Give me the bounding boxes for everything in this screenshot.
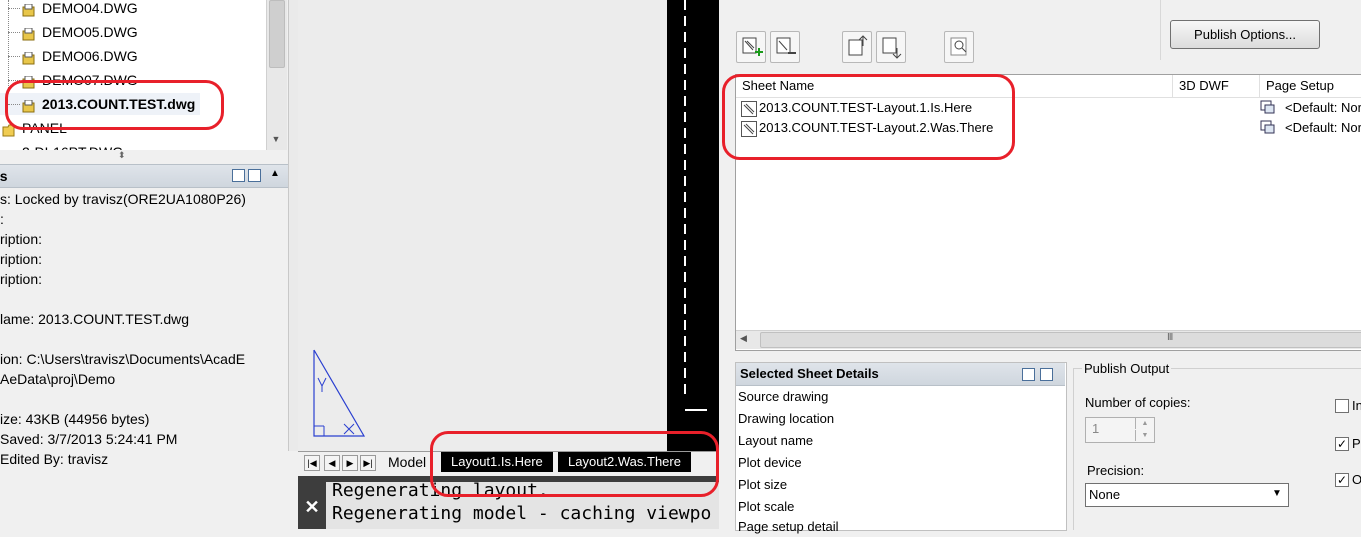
checkbox-p[interactable]: ✓: [1335, 437, 1349, 451]
scroll-grip-icon: III: [1167, 332, 1173, 343]
preview-view-icon[interactable]: [1040, 368, 1053, 381]
splitter-grip-icon[interactable]: ⬍: [118, 150, 126, 160]
detail-line: Saved: 3/7/2013 5:24:41 PM: [0, 431, 178, 447]
tree-item-label: DEMO04.DWG: [42, 0, 138, 16]
first-tab-icon[interactable]: |◀: [304, 455, 320, 471]
move-sheet-down-button[interactable]: [876, 31, 906, 63]
list-view-icon[interactable]: [1022, 368, 1035, 381]
command-line-text: Regenerating model - caching viewpo: [332, 503, 712, 524]
detail-line: lame: 2013.COUNT.TEST.dwg: [0, 311, 190, 327]
detail-line: Edited By: travisz: [0, 451, 109, 467]
checkbox-in-label: In: [1352, 398, 1361, 413]
precision-select[interactable]: None ▼: [1085, 483, 1289, 507]
copies-value: 1: [1092, 421, 1100, 436]
tree-item-demo04[interactable]: DEMO04.DWG: [0, 0, 266, 19]
stepper-up-icon[interactable]: ▲: [1135, 418, 1154, 429]
details-body: s: Locked by travisz(ORE2UA1080P26) : ri…: [0, 187, 288, 529]
list-view-icon[interactable]: [232, 169, 245, 182]
stepper-down-icon[interactable]: ▼: [1135, 430, 1154, 441]
tree-item-demo06[interactable]: DEMO06.DWG: [0, 45, 266, 67]
dwg-file-icon: [22, 1, 35, 17]
precision-label: Precision:: [1087, 463, 1145, 478]
checkbox-o-label: O: [1352, 472, 1361, 487]
column-page-setup[interactable]: Page Setup: [1260, 75, 1361, 97]
panel-splitter[interactable]: [0, 150, 288, 162]
ssd-plot-size: Plot size: [738, 477, 788, 492]
tree-scrollbar-thumb[interactable]: [269, 0, 285, 68]
selected-sheet-details-header: Selected Sheet Details: [736, 363, 1065, 386]
ssd-source-drawing: Source drawing: [738, 389, 829, 404]
ssd-drawing-location: Drawing location: [738, 411, 835, 426]
page-setup-value: <Default: Nor: [1285, 120, 1361, 135]
tab-model[interactable]: Model: [388, 452, 426, 472]
dwg-file-icon: [22, 49, 35, 65]
tree-item-label: DEMO05.DWG: [42, 24, 138, 40]
ssd-plot-device: Plot device: [738, 455, 802, 470]
ssd-plot-scale: Plot scale: [738, 499, 795, 514]
chevron-down-icon: ▼: [1272, 488, 1282, 499]
publish-options-button[interactable]: Publish Options...: [1170, 20, 1320, 49]
ucs-icon: [313, 349, 366, 437]
detail-line: s: Locked by travisz(ORE2UA1080P26): [0, 191, 246, 207]
column-3d-dwf[interactable]: 3D DWF: [1173, 75, 1260, 97]
add-sheets-button[interactable]: [736, 31, 766, 63]
detail-line: AeData\proj\Demo: [0, 371, 116, 387]
details-header: ils ▲: [0, 164, 288, 188]
precision-value: None: [1089, 487, 1121, 502]
detail-line: ize: 43KB (44956 bytes): [0, 411, 150, 427]
detail-line: ription:: [0, 251, 43, 267]
close-icon[interactable]: ✕: [301, 496, 323, 518]
details-title: ils: [0, 168, 8, 184]
highlight-oval: [722, 74, 1015, 160]
preview-view-icon[interactable]: [248, 169, 261, 182]
selected-sheet-details-title: Selected Sheet Details: [740, 366, 879, 381]
detail-line: ription:: [0, 271, 43, 287]
scroll-left-arrow-icon[interactable]: ◀: [740, 333, 747, 344]
move-sheet-up-button[interactable]: [842, 31, 872, 63]
scroll-down-arrow-icon[interactable]: ▼: [269, 132, 283, 146]
checkbox-o[interactable]: ✓: [1335, 473, 1349, 487]
divider: [1160, 0, 1161, 60]
tree-item-di-16pt[interactable]: 2-DI-16PT.DWG: [0, 141, 266, 150]
hscrollbar-thumb[interactable]: III: [760, 332, 1361, 348]
page-setup-value: <Default: Nor: [1285, 100, 1361, 115]
preview-button[interactable]: [944, 31, 974, 63]
detail-line: ion: C:\Users\travisz\Documents\AcadE: [0, 351, 246, 367]
dwg-file-icon: [22, 25, 35, 41]
copies-stepper[interactable]: 1 ▲ ▼: [1085, 417, 1155, 443]
prev-tab-icon[interactable]: ◀: [324, 455, 340, 471]
tree-item-label: DEMO06.DWG: [42, 48, 138, 64]
remove-sheets-button[interactable]: [770, 31, 800, 63]
page-setup-icon[interactable]: [1260, 100, 1275, 114]
detail-line: ription:: [0, 231, 43, 247]
next-tab-icon[interactable]: ▶: [342, 455, 358, 471]
ssd-layout-name: Layout name: [738, 433, 814, 448]
ssd-page-setup-detail: Page setup detail: [738, 519, 839, 534]
collapse-arrow-icon[interactable]: ▲: [270, 168, 280, 179]
publish-output-title: Publish Output: [1082, 361, 1172, 376]
copies-label: Number of copies:: [1085, 395, 1191, 410]
checkbox-p-label: P: [1352, 436, 1361, 451]
highlight-oval: [430, 431, 719, 497]
page-setup-icon[interactable]: [1260, 120, 1275, 134]
highlight-oval: [5, 80, 224, 130]
tree-item-demo05[interactable]: DEMO05.DWG: [0, 21, 266, 43]
tree-item-label: 2-DI-16PT.DWG: [22, 141, 123, 150]
checkbox-in[interactable]: [1335, 399, 1349, 413]
layout-viewport-edge: [667, 0, 719, 451]
last-tab-icon[interactable]: ▶|: [360, 455, 376, 471]
detail-line: :: [0, 211, 4, 227]
